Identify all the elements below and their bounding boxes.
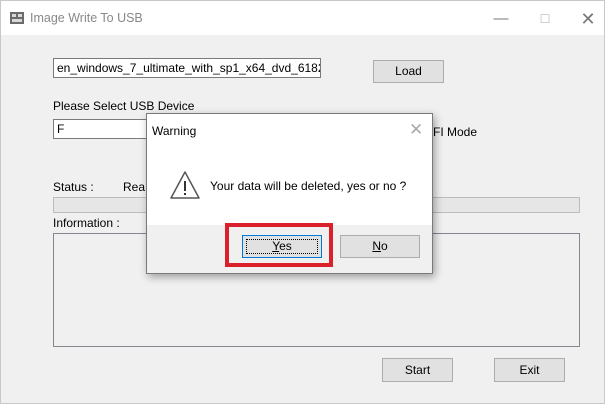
maximize-icon[interactable]: ☐ — [525, 7, 565, 31]
app-icon — [10, 12, 24, 24]
window-title: Image Write To USB — [30, 11, 143, 25]
minimize-icon[interactable]: — — [481, 7, 521, 31]
warning-icon — [170, 171, 200, 199]
dialog-message: Your data will be deleted, yes or no ? — [210, 179, 407, 193]
dialog-close-icon[interactable]: ✕ — [409, 120, 423, 140]
start-button[interactable]: Start — [382, 358, 453, 382]
no-button[interactable]: No — [340, 235, 420, 258]
exit-button[interactable]: Exit — [494, 358, 565, 382]
app-window: Image Write To USB — ☐ ✕ en_windows_7_ul… — [0, 0, 605, 404]
load-button[interactable]: Load — [373, 60, 444, 83]
close-icon[interactable]: ✕ — [568, 7, 604, 31]
iso-path-field[interactable]: en_windows_7_ultimate_with_sp1_x64_dvd_6… — [53, 58, 321, 78]
title-bar: Image Write To USB — ☐ ✕ — [1, 1, 604, 35]
status-value: Rea — [123, 180, 146, 194]
information-label: Information : — [53, 216, 120, 230]
select-usb-label: Please Select USB Device — [53, 99, 195, 113]
no-label: No — [372, 239, 388, 253]
highlight-annotation — [225, 223, 333, 267]
dialog-title: Warning — [152, 124, 197, 138]
status-label: Status : — [53, 180, 94, 194]
